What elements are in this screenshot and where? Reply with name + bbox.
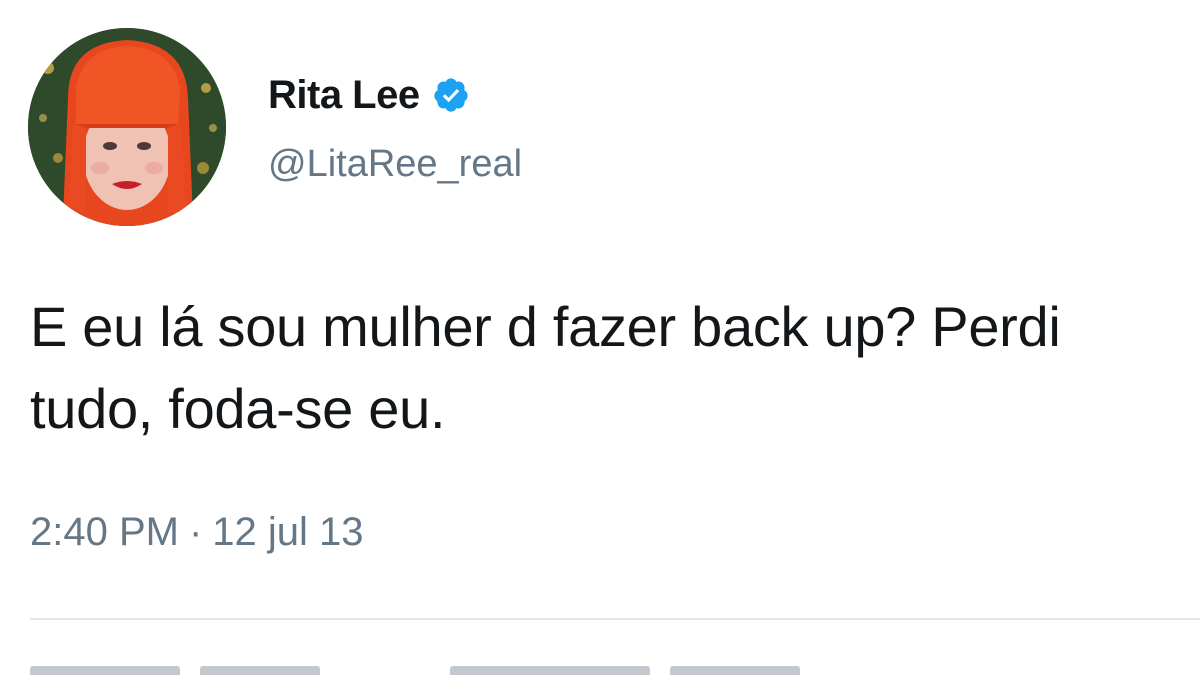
tweet-timestamp[interactable]: 2:40 PM · 12 jul 13 <box>30 510 364 555</box>
divider <box>30 618 1200 620</box>
user-name-row: Rita Lee <box>268 70 470 120</box>
engagement-row-cropped <box>30 658 1200 675</box>
user-handle[interactable]: @LitaRee_real <box>268 143 522 186</box>
timestamp-separator: · <box>188 510 203 554</box>
display-name[interactable]: Rita Lee <box>268 73 420 118</box>
avatar-photo <box>28 28 226 226</box>
tweet-text: E eu lá sou mulher d fazer back up? Perd… <box>30 295 1061 440</box>
tweet-card: Rita Lee @LitaRee_real E eu lá sou mulhe… <box>0 0 1200 675</box>
tweet-date: 12 jul 13 <box>212 510 364 554</box>
tweet-time: 2:40 PM <box>30 510 179 554</box>
verified-badge-icon <box>432 76 470 114</box>
user-avatar[interactable] <box>28 28 226 226</box>
